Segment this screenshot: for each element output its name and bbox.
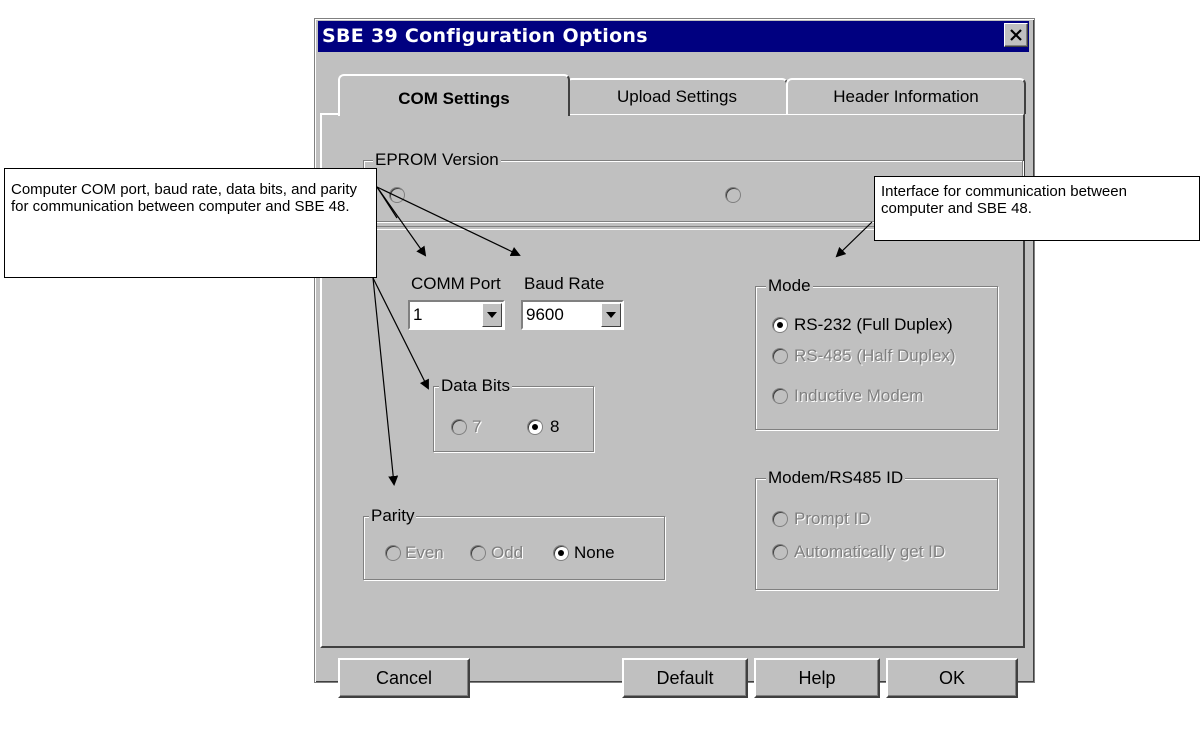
baud-rate-value: 9600 xyxy=(526,305,564,324)
radio-selected-dot xyxy=(532,424,538,430)
radio-selected-dot xyxy=(777,322,783,328)
left-annotation: Computer COM port, baud rate, data bits,… xyxy=(4,168,377,278)
data-bits-7-radio[interactable] xyxy=(451,419,467,435)
mode-rs485-radio[interactable] xyxy=(772,348,788,364)
prompt-id-radio[interactable] xyxy=(772,511,788,527)
eprom-group-label: EPROM Version xyxy=(373,150,501,170)
ok-button[interactable]: OK xyxy=(886,658,1018,698)
auto-id-label: Automatically get ID xyxy=(794,542,946,561)
modem-id-group-label: Modem/RS485 ID xyxy=(766,468,906,488)
auto-id-radio[interactable] xyxy=(772,544,788,560)
comm-port-dropdown-button[interactable] xyxy=(482,303,502,327)
parity-none-label: None xyxy=(574,543,615,562)
prompt-id-label: Prompt ID xyxy=(794,509,871,528)
parity-none-radio[interactable] xyxy=(553,545,569,561)
data-bits-8-radio[interactable] xyxy=(527,419,543,435)
default-button[interactable]: Default xyxy=(622,658,748,698)
comm-port-value: 1 xyxy=(413,305,423,324)
help-button[interactable]: Help xyxy=(754,658,880,698)
data-bits-group-label: Data Bits xyxy=(439,376,512,396)
mode-group-label: Mode xyxy=(766,276,813,296)
tab-com-settings[interactable]: COM Settings xyxy=(338,74,570,116)
data-bits-8-label: 8 xyxy=(550,417,560,436)
parity-odd-radio[interactable] xyxy=(470,545,486,561)
tab-header-information[interactable]: Header Information xyxy=(786,78,1026,114)
baud-rate-label: Baud Rate xyxy=(524,274,605,293)
modem-id-group xyxy=(755,478,998,590)
chevron-down-icon xyxy=(487,312,497,318)
parity-even-radio[interactable] xyxy=(385,545,401,561)
chevron-down-icon xyxy=(606,312,616,318)
right-annotation: Interface for communication between comp… xyxy=(874,176,1200,241)
tab-upload-settings[interactable]: Upload Settings xyxy=(566,78,788,114)
close-x-icon xyxy=(1010,29,1022,41)
baud-rate-dropdown-button[interactable] xyxy=(601,303,621,327)
mode-rs232-radio[interactable] xyxy=(772,317,788,333)
mode-rs232-label: RS-232 (Full Duplex) xyxy=(794,315,953,334)
comm-port-label: COMM Port xyxy=(411,274,501,293)
close-button[interactable] xyxy=(1004,23,1028,47)
data-bits-7-label: 7 xyxy=(472,417,482,436)
window-title: SBE 39 Configuration Options xyxy=(322,25,648,47)
comm-port-select[interactable]: 1 xyxy=(408,300,505,330)
parity-even-label: Even xyxy=(405,543,444,562)
baud-rate-select[interactable]: 9600 xyxy=(521,300,624,330)
radio-selected-dot xyxy=(558,550,564,556)
mode-inductive-radio[interactable] xyxy=(772,388,788,404)
parity-group-label: Parity xyxy=(369,506,417,526)
cancel-button[interactable]: Cancel xyxy=(338,658,470,698)
eprom-radio-1[interactable] xyxy=(389,187,405,203)
mode-inductive-label: Inductive Modem xyxy=(794,386,924,405)
eprom-radio-2[interactable] xyxy=(725,187,741,203)
parity-odd-label: Odd xyxy=(491,543,524,562)
mode-rs485-label: RS-485 (Half Duplex) xyxy=(794,346,956,365)
